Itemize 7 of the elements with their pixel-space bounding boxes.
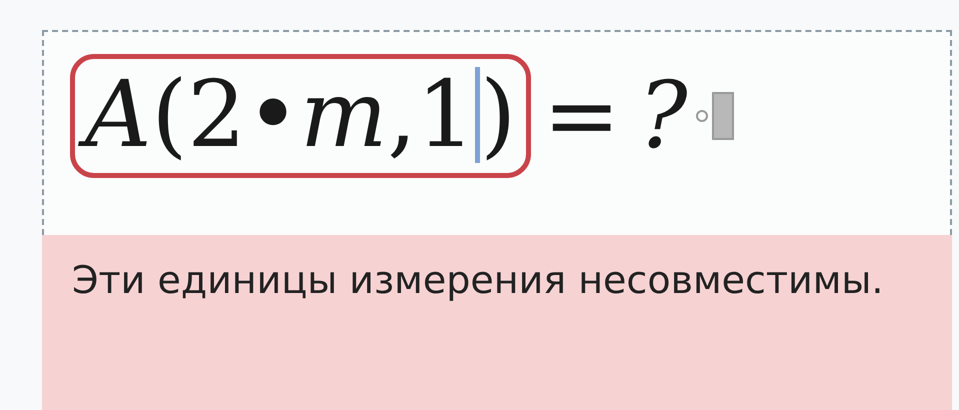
selected-expression[interactable]: A(2•m,1) bbox=[70, 54, 532, 178]
error-message: Эти единицы измерения несовместимы. bbox=[72, 257, 884, 304]
placeholder-field[interactable] bbox=[712, 92, 734, 140]
unit-placeholder-icon bbox=[696, 110, 708, 122]
equals-operator: = bbox=[543, 70, 620, 162]
result-value: ? bbox=[638, 70, 688, 162]
math-region[interactable]: A(2•m,1) = ? bbox=[42, 30, 952, 235]
